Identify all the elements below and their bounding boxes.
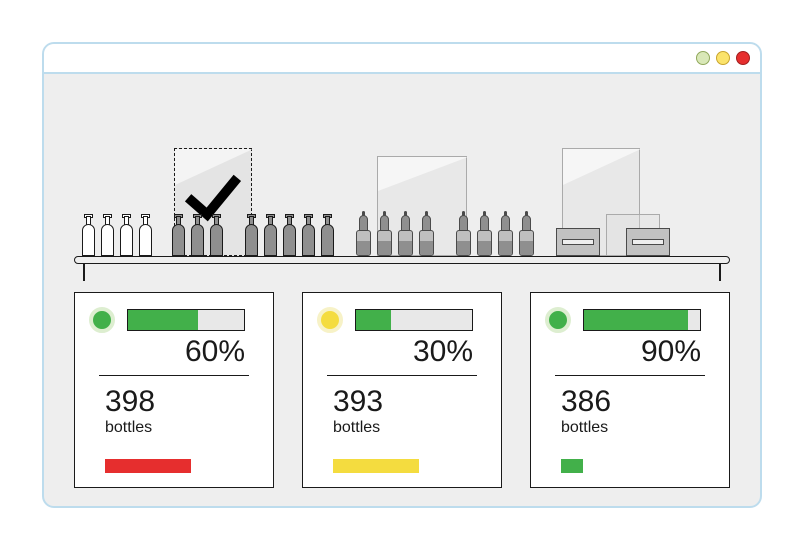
dropper-bottle-icon: [477, 210, 492, 256]
content-area: 60% 398 bottles 30% 393 bottles: [44, 74, 760, 506]
stat-card-2[interactable]: 30% 393 bottles: [302, 292, 502, 488]
bottle-icon: [101, 212, 114, 256]
box-product-icon: [556, 228, 600, 256]
progress-fill: [584, 310, 688, 330]
dropper-bottle-icon: [456, 210, 471, 256]
app-window: 60% 398 bottles 30% 393 bottles: [42, 42, 762, 508]
swatch-icon: [105, 459, 191, 473]
bottle-icon: [191, 212, 204, 256]
status-dot-icon: [545, 307, 571, 333]
dropper-bottle-icon: [356, 210, 371, 256]
bottle-icon: [283, 212, 296, 256]
progress-fill: [128, 310, 198, 330]
unit-label: bottles: [105, 419, 152, 437]
bottle-icon: [264, 212, 277, 256]
dropper-bottle-icon: [498, 210, 513, 256]
count-value: 398: [105, 387, 155, 417]
count-value: 386: [561, 387, 611, 417]
percent-label: 60%: [185, 335, 245, 369]
titlebar: [44, 44, 760, 74]
count-value: 393: [333, 387, 383, 417]
minimize-icon[interactable]: [696, 51, 710, 65]
stat-card-1[interactable]: 60% 398 bottles: [74, 292, 274, 488]
shelf-area: [74, 94, 730, 264]
bottle-icon: [245, 212, 258, 256]
progress-bar: [583, 309, 701, 331]
progress-bar: [355, 309, 473, 331]
bottle-icon: [172, 212, 185, 256]
box-product-icon: [626, 228, 670, 256]
swatch-icon: [561, 459, 583, 473]
bottle-icon: [82, 212, 95, 256]
dropper-bottle-icon: [377, 210, 392, 256]
progress-bar: [127, 309, 245, 331]
bottle-icon: [120, 212, 133, 256]
divider: [327, 375, 477, 376]
progress-fill: [356, 310, 391, 330]
dropper-bottle-icon: [398, 210, 413, 256]
product-lineup: [82, 126, 722, 256]
percent-label: 90%: [641, 335, 701, 369]
status-dot-icon: [89, 307, 115, 333]
maximize-icon[interactable]: [716, 51, 730, 65]
bottle-icon: [302, 212, 315, 256]
dropper-bottle-icon: [419, 210, 434, 256]
unit-label: bottles: [333, 419, 380, 437]
stat-cards: 60% 398 bottles 30% 393 bottles: [74, 292, 730, 488]
close-icon[interactable]: [736, 51, 750, 65]
percent-label: 30%: [413, 335, 473, 369]
stat-card-3[interactable]: 90% 386 bottles: [530, 292, 730, 488]
bottle-icon: [139, 212, 152, 256]
window-controls: [696, 51, 750, 65]
divider: [99, 375, 249, 376]
status-dot-icon: [317, 307, 343, 333]
swatch-icon: [333, 459, 419, 473]
dropper-bottle-icon: [519, 210, 534, 256]
divider: [555, 375, 705, 376]
unit-label: bottles: [561, 419, 608, 437]
bottle-icon: [210, 212, 223, 256]
bottle-icon: [321, 212, 334, 256]
shelf-icon: [74, 256, 730, 264]
